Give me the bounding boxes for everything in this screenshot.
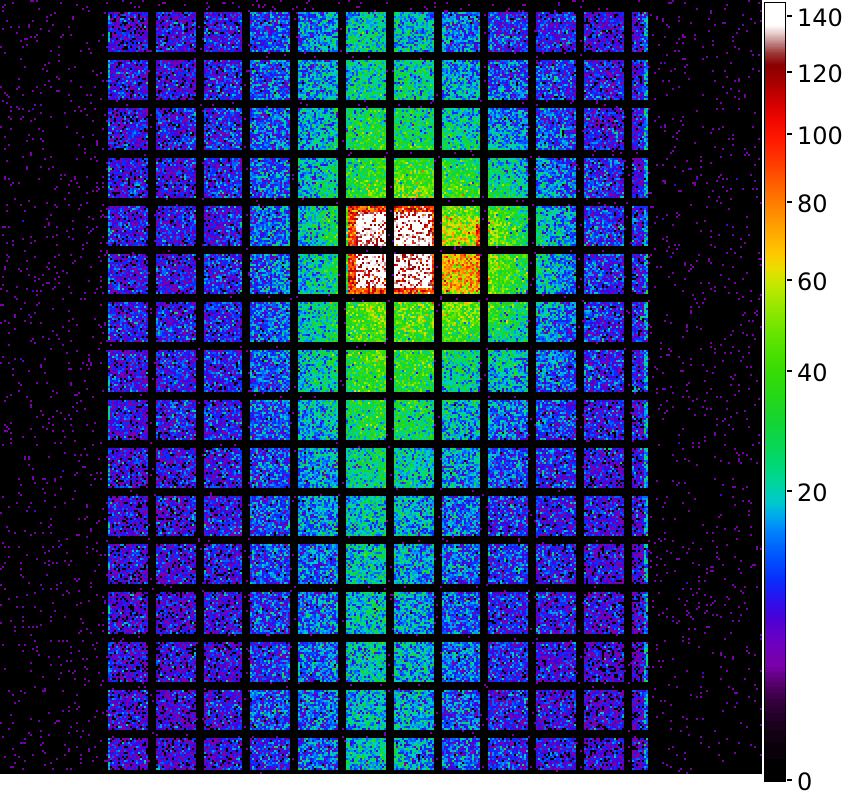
page: { "figure": { "width": 868, "height": 78… xyxy=(0,0,868,794)
colorbar-tick-label: 100 xyxy=(797,121,843,150)
colorbar-tick-label: 60 xyxy=(797,267,828,296)
colorbar xyxy=(764,2,786,782)
colorbar-tick xyxy=(787,278,792,281)
colorbar-tick-label: 120 xyxy=(797,60,843,89)
colorbar-tick xyxy=(787,132,792,135)
colorbar-tick xyxy=(787,490,792,493)
colorbar-tick xyxy=(787,779,792,781)
colorbar-tick-label: 40 xyxy=(797,359,828,388)
colorbar-tick-label: 0 xyxy=(797,768,813,796)
colorbar-tick xyxy=(787,370,792,373)
detector-image xyxy=(0,0,762,774)
colorbar-tick-label: 80 xyxy=(797,190,828,219)
colorbar-tick xyxy=(787,201,792,204)
colorbar-tick xyxy=(787,14,792,17)
colorbar-tick xyxy=(787,71,792,74)
colorbar-tick-label: 140 xyxy=(797,3,843,32)
colorbar-tick-label: 20 xyxy=(797,479,828,508)
